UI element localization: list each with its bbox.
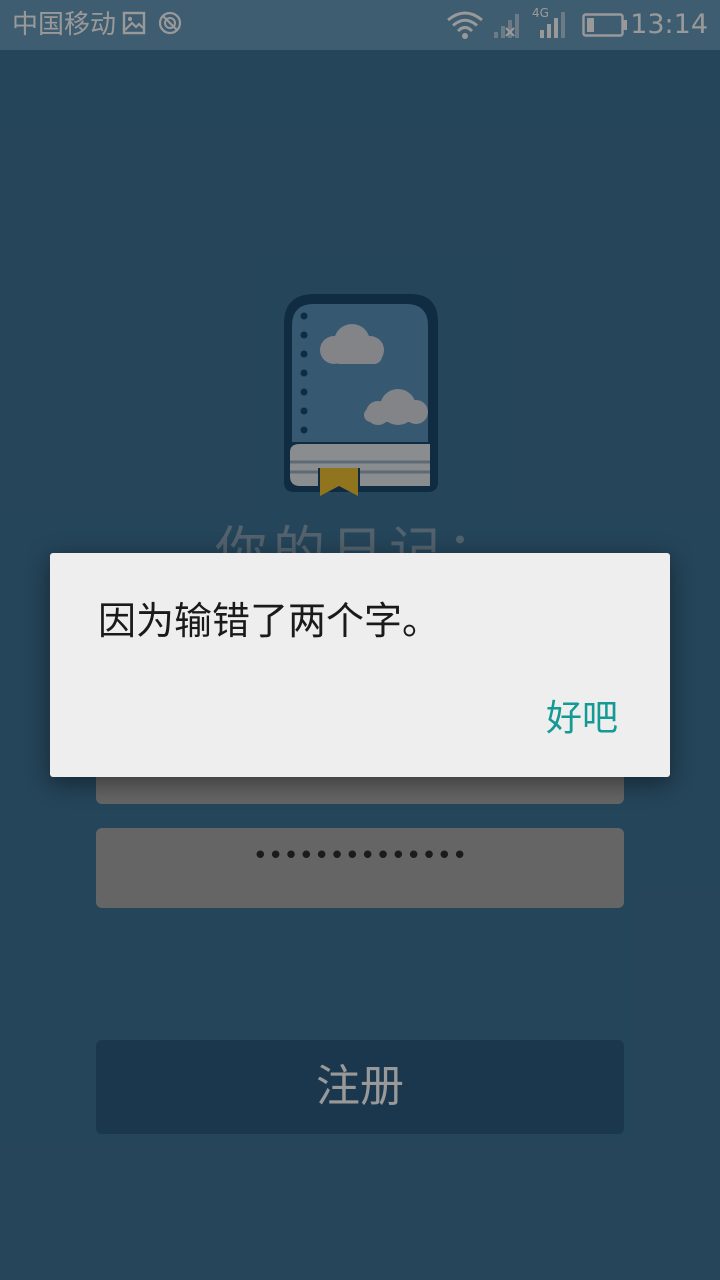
app-screen: 中国移动 4G 13:14 你的日记： •••••••••••••• 注册 因为… (0, 0, 720, 1280)
dialog-ok-button[interactable]: 好吧 (534, 687, 630, 751)
dialog-message: 因为输错了两个字。 (98, 599, 441, 643)
alert-dialog: 因为输错了两个字。 好吧 (50, 553, 670, 777)
